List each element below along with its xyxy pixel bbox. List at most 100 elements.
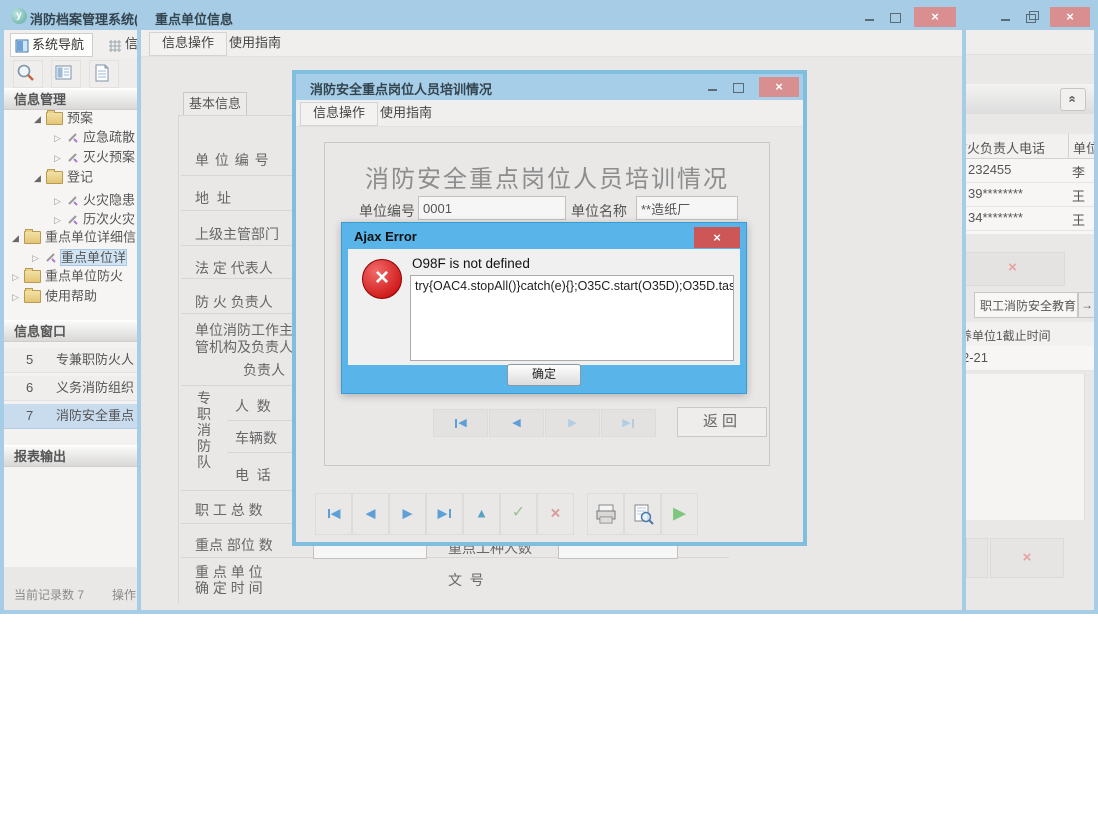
unit-titlebar[interactable]: 重点单位信息 × — [141, 4, 962, 30]
divider — [178, 115, 179, 603]
nav-panel-icon — [15, 39, 29, 53]
menu-user-guide[interactable]: 使用指南 — [217, 32, 293, 54]
right-titlebar[interactable]: × — [966, 4, 1094, 30]
expander-icon[interactable]: ▷ — [12, 287, 24, 307]
expander-icon[interactable]: ▷ — [54, 148, 66, 168]
label-fire-org-2: 管机构及负责人 — [195, 339, 293, 355]
dialog-close-button[interactable]: × — [694, 227, 740, 248]
tree-item-leaf-selected[interactable]: ▷ 重点单位详 — [4, 247, 128, 268]
close-button[interactable]: × — [914, 7, 956, 27]
minimize-button[interactable] — [856, 7, 882, 27]
tree-item-leaf[interactable]: ▷ 灭火预案 — [4, 147, 135, 167]
return-button[interactable]: 返回 — [677, 407, 767, 437]
expander-icon[interactable]: ◢ — [34, 168, 46, 188]
tree-item-folder[interactable]: ◢ 重点单位详细信 — [4, 227, 136, 247]
expander-icon[interactable]: ▷ — [54, 191, 66, 211]
collapse-button[interactable]: « — [1060, 88, 1086, 111]
table2-row[interactable]: 2-21 — [966, 346, 1094, 371]
close-button[interactable]: × — [1050, 7, 1090, 27]
close-icon: × — [931, 9, 939, 24]
x-icon: × — [550, 503, 561, 523]
label-key-unit-2: 确 定 时 间 — [195, 580, 263, 596]
document-button[interactable] — [89, 60, 119, 88]
label-phone: 电 话 — [235, 467, 271, 483]
label-legal-rep: 法 定 代表人 — [195, 260, 273, 276]
input-unit-no[interactable] — [418, 196, 566, 220]
tree-item-leaf[interactable]: ▷ 历次火灾 — [4, 209, 135, 229]
ok-button[interactable]: 确定 — [507, 364, 581, 386]
training-titlebar[interactable]: 消防安全重点岗位人员培训情况 × — [296, 74, 803, 100]
minimize-button[interactable] — [992, 7, 1018, 27]
delete-button-bottom[interactable]: × — [990, 538, 1064, 578]
app-logo-icon: y — [11, 8, 27, 24]
check-icon: ✓ — [511, 504, 526, 521]
record-first-button[interactable]: ◀ — [433, 409, 488, 437]
tree-item-folder[interactable]: ◢ 登记 — [4, 167, 93, 187]
toolbar-preview-button[interactable] — [624, 493, 661, 535]
input-unit-name[interactable] — [636, 196, 738, 220]
tree-item-leaf[interactable]: ▷ 火灾隐患 — [4, 190, 135, 210]
close-icon: × — [713, 230, 721, 245]
expander-icon[interactable]: ▷ — [12, 267, 24, 287]
first-record-icon: ◀ — [458, 417, 467, 430]
table-row[interactable]: 232455 李 — [966, 158, 1094, 183]
menu-user-guide[interactable]: 使用指南 — [368, 102, 444, 124]
right-empty-panel — [966, 374, 1085, 520]
record-last-button[interactable]: ▶ — [601, 409, 656, 437]
expander-icon[interactable]: ◢ — [12, 228, 24, 248]
partial-button[interactable] — [966, 538, 988, 578]
table-row[interactable]: 34******** 王 — [966, 206, 1094, 231]
hammer-icon — [46, 253, 56, 263]
tab-staff-fire-education[interactable]: 职工消防安全教育 — [974, 292, 1078, 318]
toolbar-print-button[interactable] — [587, 493, 624, 535]
grid-icon — [109, 39, 121, 52]
toolbar-run-button[interactable]: ▶ — [661, 493, 698, 535]
toolbar-prev-button[interactable]: ◀ — [352, 493, 389, 535]
expander-icon[interactable]: ▷ — [32, 248, 44, 268]
tree-item-folder[interactable]: ▷ 重点单位防火 — [4, 266, 123, 286]
training-window-title: 消防安全重点岗位人员培训情况 — [310, 82, 493, 97]
unit-menubar: 信息操作 使用指南 — [141, 30, 962, 57]
tree-item-folder[interactable]: ◢ 预案 — [4, 110, 93, 128]
table-header-row: 防火负责人电话 单位 — [966, 134, 1094, 159]
hammer-icon — [68, 133, 78, 143]
maximize-button[interactable] — [725, 77, 751, 97]
record-next-button[interactable]: ▶ — [545, 409, 600, 437]
triangle-up-icon: ▲ — [475, 505, 488, 521]
menu-info-ops[interactable]: 信息操作 — [149, 32, 228, 56]
table-row[interactable]: 39******** 王 — [966, 182, 1094, 207]
expander-icon[interactable]: ◢ — [34, 110, 46, 129]
toolbar-confirm-button[interactable]: ✓ — [500, 493, 537, 535]
close-icon: × — [775, 79, 783, 94]
search-button[interactable] — [13, 60, 43, 88]
tree-item-folder[interactable]: ▷ 使用帮助 — [4, 286, 97, 306]
label-unit-no: 单位编号 — [359, 203, 415, 219]
toolbar-edit-button[interactable]: ▲ — [463, 493, 500, 535]
dialog-title: Ajax Error — [354, 229, 417, 244]
delete-record-button[interactable]: × — [966, 252, 1065, 286]
close-button[interactable]: × — [759, 77, 799, 97]
label-vehicle-count: 车辆数 — [235, 430, 277, 446]
menu-info-ops[interactable]: 信息操作 — [300, 102, 379, 126]
first-icon: ◀ — [330, 505, 341, 521]
form-view-button[interactable] — [51, 60, 81, 88]
toolbar-first-button[interactable]: ◀ — [315, 493, 352, 535]
tab-basic-info[interactable]: 基本信息 — [183, 92, 247, 116]
restore-button[interactable] — [1018, 7, 1044, 27]
expander-icon[interactable]: ▷ — [54, 128, 66, 148]
tab-info[interactable]: 信 — [108, 33, 138, 55]
arrow-right-icon: → — [1081, 298, 1093, 312]
tab-scroll-right-button[interactable]: → — [1078, 292, 1094, 318]
error-detail-box[interactable]: try{OAC4.stopAll()}catch(e){};O35C.start… — [410, 275, 734, 361]
maximize-button[interactable] — [882, 7, 908, 27]
toolbar-cancel-button[interactable]: × — [537, 493, 574, 535]
tree-item-leaf[interactable]: ▷ 应急疏散 — [4, 127, 135, 147]
label-key-parts: 重点 部位 数 — [195, 537, 273, 553]
error-icon: × — [362, 259, 402, 299]
minimize-button[interactable] — [699, 77, 725, 97]
prev-icon: ◀ — [365, 505, 376, 521]
toolbar-next-button[interactable]: ▶ — [389, 493, 426, 535]
record-prev-button[interactable]: ◀ — [489, 409, 544, 437]
toolbar-last-button[interactable]: ▶ — [426, 493, 463, 535]
tab-system-nav[interactable]: 系统导航 — [10, 33, 94, 57]
